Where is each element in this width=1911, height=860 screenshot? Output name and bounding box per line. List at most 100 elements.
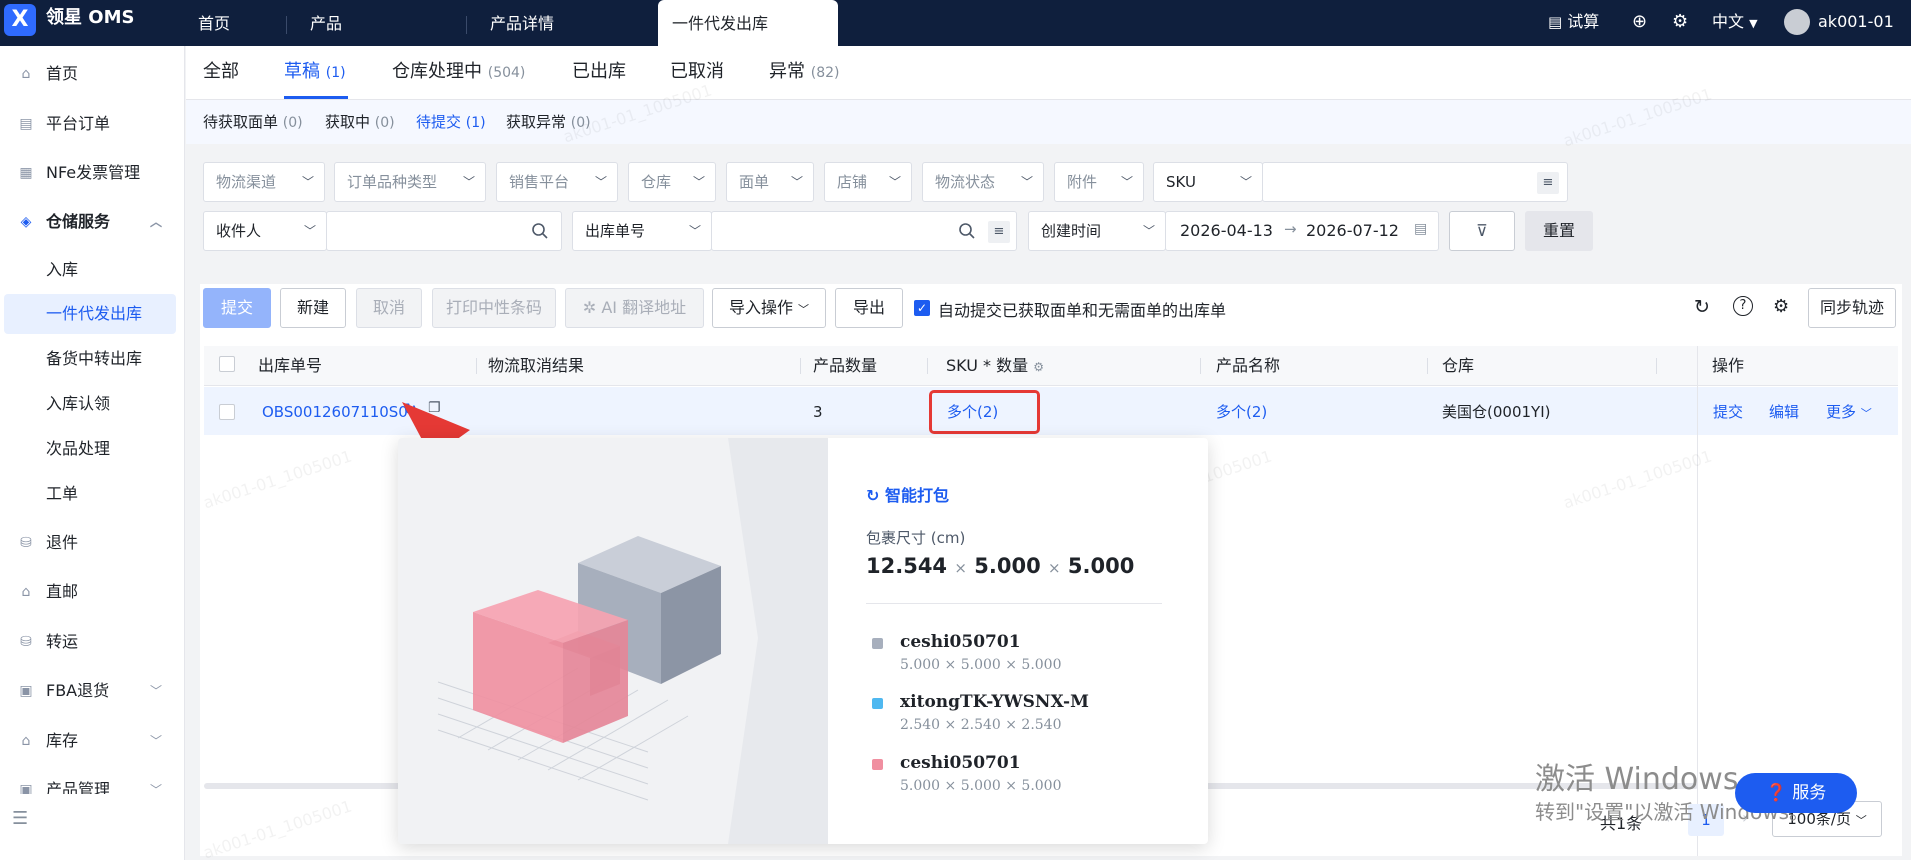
multi-search-icon[interactable]: ≡	[1537, 172, 1559, 194]
logo-icon[interactable]: X	[4, 4, 36, 36]
sidebar-sub-transfer-outbound[interactable]: 备货中转出库	[4, 339, 176, 379]
legend-dot-pink	[872, 759, 883, 770]
tab-all[interactable]: 全部	[203, 60, 239, 84]
sidebar-item-inventory[interactable]: ⌂ 库存 ﹀	[0, 721, 185, 761]
multi-search-icon[interactable]: ≡	[988, 221, 1010, 243]
sku-qty-link[interactable]: 多个(2)	[947, 402, 998, 422]
print-barcode-button[interactable]: 打印中性条码	[432, 288, 556, 328]
col-divider	[476, 358, 477, 374]
row-submit-link[interactable]: 提交	[1713, 402, 1743, 422]
filter-label[interactable]: 面单 ﹀	[726, 162, 814, 202]
product-icon: ▣	[19, 782, 33, 794]
date-from[interactable]: 2026-04-13	[1180, 221, 1273, 240]
tab-exception[interactable]: 异常 (82)	[769, 60, 839, 85]
date-range-picker[interactable]: 2026-04-13 → 2026-07-12 ▤	[1165, 211, 1439, 251]
product-name-link[interactable]: 多个(2)	[1216, 402, 1267, 422]
download-icon[interactable]: ⊕	[1632, 0, 1647, 46]
sidebar-sub-inbound-claim[interactable]: 入库认领	[4, 384, 176, 424]
sidebar-sub-inbound[interactable]: 入库	[4, 250, 176, 290]
date-to[interactable]: 2026-07-12	[1306, 221, 1399, 240]
language-select[interactable]: 中文 ▼	[1712, 0, 1758, 46]
package-size-label: 包裹尺寸 (cm)	[866, 529, 966, 547]
refresh-icon[interactable]: ↻	[1694, 296, 1710, 318]
row-edit-link[interactable]: 编辑	[1769, 402, 1799, 422]
amazon-icon: ▣	[19, 683, 33, 699]
row-checkbox[interactable]	[219, 404, 235, 420]
subtab-pending-label[interactable]: 待获取面单 (0)	[203, 112, 303, 133]
calc-button[interactable]: ▤ 试算	[1548, 0, 1599, 46]
arrow-right-icon: →	[1284, 220, 1297, 238]
filter-attachment[interactable]: 附件 ﹀	[1054, 162, 1144, 202]
sidebar-item-nfe[interactable]: ▦ NFe发票管理	[0, 153, 185, 193]
search-icon[interactable]	[958, 222, 976, 240]
avatar[interactable]	[1784, 9, 1810, 35]
service-button[interactable]: ❓ 服务	[1735, 773, 1857, 813]
filter-sku-type[interactable]: SKU ﹀	[1153, 162, 1263, 202]
recipient-input[interactable]	[326, 211, 562, 251]
sidebar-item-warehouse[interactable]: ◈ 仓储服务 ︿	[0, 202, 185, 242]
submit-button[interactable]: 提交	[203, 288, 271, 328]
row-more-dropdown[interactable]: 更多 ﹀	[1826, 402, 1872, 424]
filter-time-type[interactable]: 创建时间 ﹀	[1028, 211, 1166, 251]
collapse-menu-icon[interactable]: ☰	[12, 808, 28, 829]
cancel-button[interactable]: 取消	[356, 288, 422, 328]
sidebar-item-transfer[interactable]: ⛁ 转运	[0, 622, 185, 662]
ai-translate-button[interactable]: ✲ AI 翻译地址	[565, 288, 704, 328]
item-dims: 5.000 × 5.000 × 5.000	[900, 778, 1062, 794]
username[interactable]: ak001-01	[1818, 0, 1894, 46]
topnav-home[interactable]: 首页	[198, 0, 230, 46]
filter-logistics-status[interactable]: 物流状态 ﹀	[922, 162, 1044, 202]
clear-filter-button[interactable]: ⊽	[1449, 211, 1515, 251]
column-settings-icon[interactable]: ⚙	[1773, 296, 1789, 317]
sku-search-input[interactable]	[1262, 162, 1568, 202]
col-actions: 操作	[1712, 356, 1745, 375]
chevron-down-icon: ﹀	[1860, 407, 1872, 420]
chevron-down-icon: ﹀	[798, 303, 810, 316]
tab-cancelled[interactable]: 已取消	[670, 60, 724, 84]
tab-shipped[interactable]: 已出库	[572, 60, 626, 84]
import-dropdown[interactable]: 导入操作 ﹀	[712, 288, 826, 328]
sidebar-item-product-mgmt[interactable]: ▣ 产品管理 ﹀	[0, 770, 185, 794]
topnav-product-detail[interactable]: 产品详情	[466, 0, 554, 46]
new-button[interactable]: 新建	[280, 288, 346, 328]
sidebar-item-home[interactable]: ⌂ 首页	[0, 54, 185, 94]
subtab-fetching[interactable]: 获取中 (0)	[325, 112, 395, 133]
tab-draft[interactable]: 草稿 (1)	[284, 60, 346, 85]
search-icon[interactable]	[531, 222, 549, 240]
sidebar-sub-dropship-outbound[interactable]: 一件代发出库	[4, 294, 176, 334]
smart-pack-title: ↻ 智能打包	[866, 486, 949, 505]
export-button[interactable]: 导出	[835, 288, 903, 328]
sidebar-item-platform-orders[interactable]: ▤ 平台订单	[0, 104, 185, 144]
order-no-link[interactable]: OBS0012607110S0	[262, 402, 408, 422]
table-header	[204, 346, 1898, 386]
sync-tracking-button[interactable]: 同步轨迹	[1808, 288, 1896, 328]
filter-logistics-channel[interactable]: 物流渠道 ﹀	[203, 162, 325, 202]
tab-processing[interactable]: 仓库处理中 (504)	[392, 60, 525, 85]
filter-platform[interactable]: 销售平台 ﹀	[496, 162, 618, 202]
filter-recipient-type[interactable]: 收件人 ﹀	[203, 211, 327, 251]
order-no-input[interactable]	[711, 211, 1017, 251]
chevron-up-icon: ︿	[150, 215, 163, 229]
sidebar-item-fba-returns[interactable]: ▣ FBA退货 ﹀	[0, 671, 185, 711]
subtab-pending-submit[interactable]: 待提交 (1)	[416, 112, 486, 133]
sidebar-item-returns[interactable]: ⛁ 退件	[0, 523, 185, 563]
sidebar-sub-defective[interactable]: 次品处理	[4, 429, 176, 469]
tab-underline	[284, 96, 348, 99]
settings-icon[interactable]: ⚙	[1672, 0, 1688, 46]
filter-store[interactable]: 店铺 ﹀	[824, 162, 912, 202]
reset-button[interactable]: 重置	[1525, 211, 1593, 251]
select-all-checkbox[interactable]	[219, 356, 235, 372]
help-icon[interactable]: ?	[1733, 296, 1753, 316]
topnav-active-tab[interactable]: 一件代发出库	[658, 0, 838, 46]
sidebar-item-direct-mail[interactable]: ⌂ 直邮	[0, 572, 185, 612]
sparkle-icon: ✲	[582, 298, 597, 317]
filter-order-type[interactable]: 订单品种类型 ﹀	[334, 162, 486, 202]
filter-warehouse[interactable]: 仓库 ﹀	[628, 162, 716, 202]
topnav-product[interactable]: 产品	[286, 0, 342, 46]
filter-order-no-type[interactable]: 出库单号 ﹀	[572, 211, 712, 251]
auto-submit-checkbox[interactable]: ✓	[914, 300, 930, 316]
warehouse-icon: ◈	[20, 214, 32, 230]
settings-small-icon[interactable]: ⚙	[1033, 360, 1044, 374]
sidebar-sub-workorder[interactable]: 工单	[4, 474, 176, 514]
row-qty: 3	[813, 403, 823, 421]
